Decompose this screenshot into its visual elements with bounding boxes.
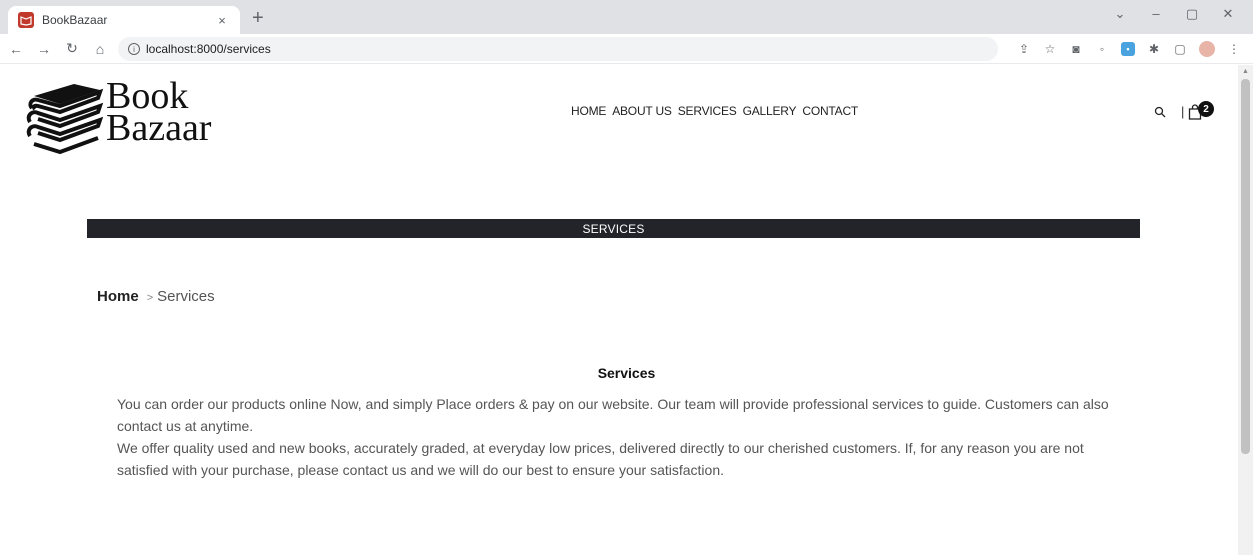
reload-icon[interactable]: ↻ xyxy=(60,40,84,57)
browser-tab-bar: BookBazaar × + ⌄ – ▢ ✕ xyxy=(0,0,1253,34)
share-icon[interactable]: ⇪ xyxy=(1017,42,1031,56)
header-divider: | xyxy=(1181,104,1185,119)
address-bar[interactable]: i localhost:8000/services xyxy=(118,37,998,61)
banner-title: SERVICES xyxy=(582,221,645,236)
bookbazaar-favicon-icon xyxy=(18,12,34,28)
breadcrumb-current: Services xyxy=(157,288,215,305)
site-info-icon[interactable]: i xyxy=(128,43,140,55)
tab-title: BookBazaar xyxy=(42,13,108,27)
breadcrumb-home-link[interactable]: Home xyxy=(97,288,139,305)
search-icon[interactable] xyxy=(1154,106,1166,118)
nav-home[interactable]: HOME xyxy=(571,104,606,118)
page-banner: SERVICES xyxy=(87,219,1140,238)
scroll-thumb[interactable] xyxy=(1241,79,1250,454)
nav-services[interactable]: SERVICES xyxy=(678,104,737,118)
cart-count-badge: 2 xyxy=(1198,101,1214,117)
bookmark-star-icon[interactable]: ☆ xyxy=(1043,42,1057,56)
tab-search-icon[interactable]: ⌄ xyxy=(1105,6,1135,22)
site-logo[interactable]: Book Bazaar xyxy=(26,77,226,158)
back-icon[interactable]: ← xyxy=(4,41,28,57)
browser-toolbar: ← → ↻ ⌂ i localhost:8000/services ⇪ ☆ ◙ … xyxy=(0,34,1253,64)
nav-contact[interactable]: CONTACT xyxy=(802,104,858,118)
tab-close-icon[interactable]: × xyxy=(214,13,230,28)
logo-wordmark: Book Bazaar xyxy=(106,77,212,149)
section-title: Services xyxy=(597,365,656,381)
window-controls: ⌄ – ▢ ✕ xyxy=(1105,6,1243,22)
services-paragraph-2: We offer quality used and new books, acc… xyxy=(117,440,1084,478)
services-paragraph-1: You can order our products online Now, a… xyxy=(117,396,1109,434)
profile-avatar[interactable] xyxy=(1199,41,1215,57)
maximize-icon[interactable]: ▢ xyxy=(1177,6,1207,22)
logo-word-bazaar: Bazaar xyxy=(106,107,212,149)
extension-icons: ⇪ ☆ ◙ ◦ ▪ ✱ ▢ ⋮ xyxy=(1017,41,1241,57)
puzzle-icon[interactable]: ✱ xyxy=(1147,42,1161,56)
new-tab-icon[interactable]: + xyxy=(252,8,264,28)
nav-about-us[interactable]: ABOUT US xyxy=(612,104,672,118)
extension-blue-icon[interactable]: ▪ xyxy=(1121,42,1135,56)
menu-kebab-icon[interactable]: ⋮ xyxy=(1227,42,1241,56)
minimize-icon[interactable]: – xyxy=(1141,6,1171,22)
home-icon[interactable]: ⌂ xyxy=(88,41,112,57)
stacked-books-icon xyxy=(26,84,104,155)
main-navigation: HOME ABOUT US SERVICES GALLERY CONTACT xyxy=(571,104,858,118)
scroll-up-icon[interactable]: ▲ xyxy=(1242,68,1249,75)
side-panel-icon[interactable]: ▢ xyxy=(1173,42,1187,56)
forward-icon[interactable]: → xyxy=(32,41,56,57)
page-scrollbar[interactable]: ▲ xyxy=(1238,65,1253,555)
breadcrumb-separator: > xyxy=(146,292,154,304)
nav-gallery[interactable]: GALLERY xyxy=(743,104,797,118)
browser-tab[interactable]: BookBazaar × xyxy=(8,6,240,34)
breadcrumb: Home > Services xyxy=(97,288,215,305)
close-window-icon[interactable]: ✕ xyxy=(1213,6,1243,22)
camera-icon[interactable]: ◙ xyxy=(1069,42,1083,56)
url-text: localhost:8000/services xyxy=(146,42,271,56)
extension-icon[interactable]: ◦ xyxy=(1095,42,1109,56)
